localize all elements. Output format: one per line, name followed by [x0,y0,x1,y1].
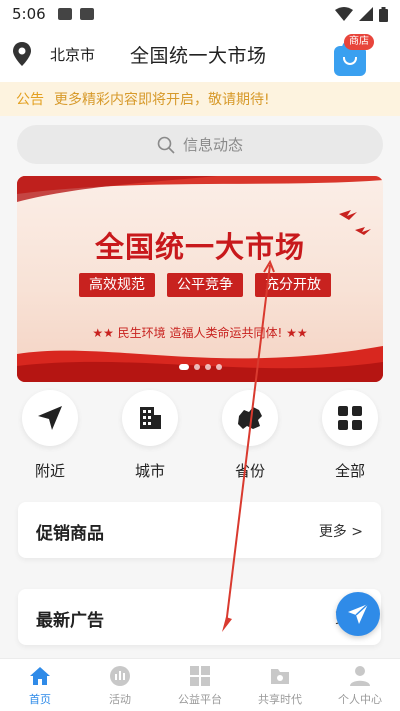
latest-ads-section: 最新广告 更多 [18,589,381,645]
share-icon [271,669,289,684]
nav-label: 共享时代 [258,693,302,706]
ribbon-decoration [17,176,383,202]
carousel-indicator [17,364,383,370]
grid-icon [338,406,362,430]
search-placeholder: 信息动态 [182,136,243,154]
quick-nav-province[interactable]: 省份 [220,390,280,481]
banner-tags: 高效规范 公平竞争 充分开放 [79,273,331,297]
banner-tag: 充分开放 [255,273,331,297]
banner-tag: 高效规范 [79,273,155,297]
banner-tag: 公平竞争 [167,273,243,297]
bottom-nav: 首页 活动 公益平台 共享时代 个人中心 [0,658,400,711]
flag-wave-decoration [17,346,383,382]
banner-title: 全国统一大市场 [94,230,305,264]
status-bar: 5:06 [0,0,400,28]
notice-label: 公告 [16,92,44,108]
quick-nav: 附近 城市 省份 全部 [0,390,400,490]
nav-label: 公益平台 [178,693,222,706]
battery-icon [379,6,388,22]
building-icon [140,407,161,429]
nav-profile[interactable]: 个人中心 [320,659,400,711]
nav-activity[interactable]: 活动 [80,659,160,711]
app-header: 北京市 全国统一大市场 商店 [0,28,400,82]
shopping-bag-icon [334,40,366,76]
publish-fab[interactable] [336,592,380,636]
section-title: 最新广告 [36,611,104,631]
wifi-icon [335,7,353,21]
image-notification-icon [57,8,72,20]
platform-icon [190,666,210,686]
quick-nav-label: 附近 [34,462,65,480]
shop-button[interactable]: 商店 [330,34,382,80]
location-pin-icon[interactable] [12,42,32,66]
search-icon [157,136,175,154]
quick-nav-nearby[interactable]: 附近 [20,390,80,481]
search-input[interactable]: 信息动态 [17,125,383,164]
shop-badge: 商店 [344,34,374,50]
notice-text: 更多精彩内容即将开启，敬请期待! [54,92,270,108]
nav-label: 活动 [109,693,131,706]
home-icon [30,667,50,685]
quick-nav-label: 省份 [234,462,265,480]
nav-label: 个人中心 [338,693,382,706]
quick-nav-city[interactable]: 城市 [120,390,180,481]
province-map-icon [238,407,262,429]
promo-banner[interactable]: 全国统一大市场 高效规范 公平竞争 充分开放 ★★ 民生环境 造福人类命运共同体… [17,176,383,382]
carousel-dot[interactable] [204,364,211,370]
app-notification-icon [79,8,94,20]
page-title: 全国统一大市场 [130,45,267,67]
quick-nav-label: 城市 [134,462,165,480]
carousel-dot[interactable] [193,364,200,370]
more-link[interactable]: 更多 > [319,521,363,541]
location-arrow-icon [38,406,62,430]
carousel-dot[interactable] [178,364,189,370]
nav-platform[interactable]: 公益平台 [160,659,240,711]
notice-bar[interactable]: 公告 更多精彩内容即将开启，敬请期待! [0,82,400,116]
activity-icon [110,666,130,686]
status-time: 5:06 [12,5,46,23]
quick-nav-label: 全部 [334,462,365,480]
section-title: 促销商品 [36,524,104,544]
paper-plane-icon [348,603,369,624]
promo-goods-section: 促销商品 更多 > [18,502,381,558]
nav-label: 首页 [29,693,51,706]
person-icon [350,666,370,686]
nav-home[interactable]: 首页 [0,659,80,711]
nav-share[interactable]: 共享时代 [240,659,320,711]
signal-icon [359,7,373,21]
quick-nav-all[interactable]: 全部 [320,390,380,481]
city-selector[interactable]: 北京市 [50,44,95,65]
carousel-dot[interactable] [215,364,222,370]
